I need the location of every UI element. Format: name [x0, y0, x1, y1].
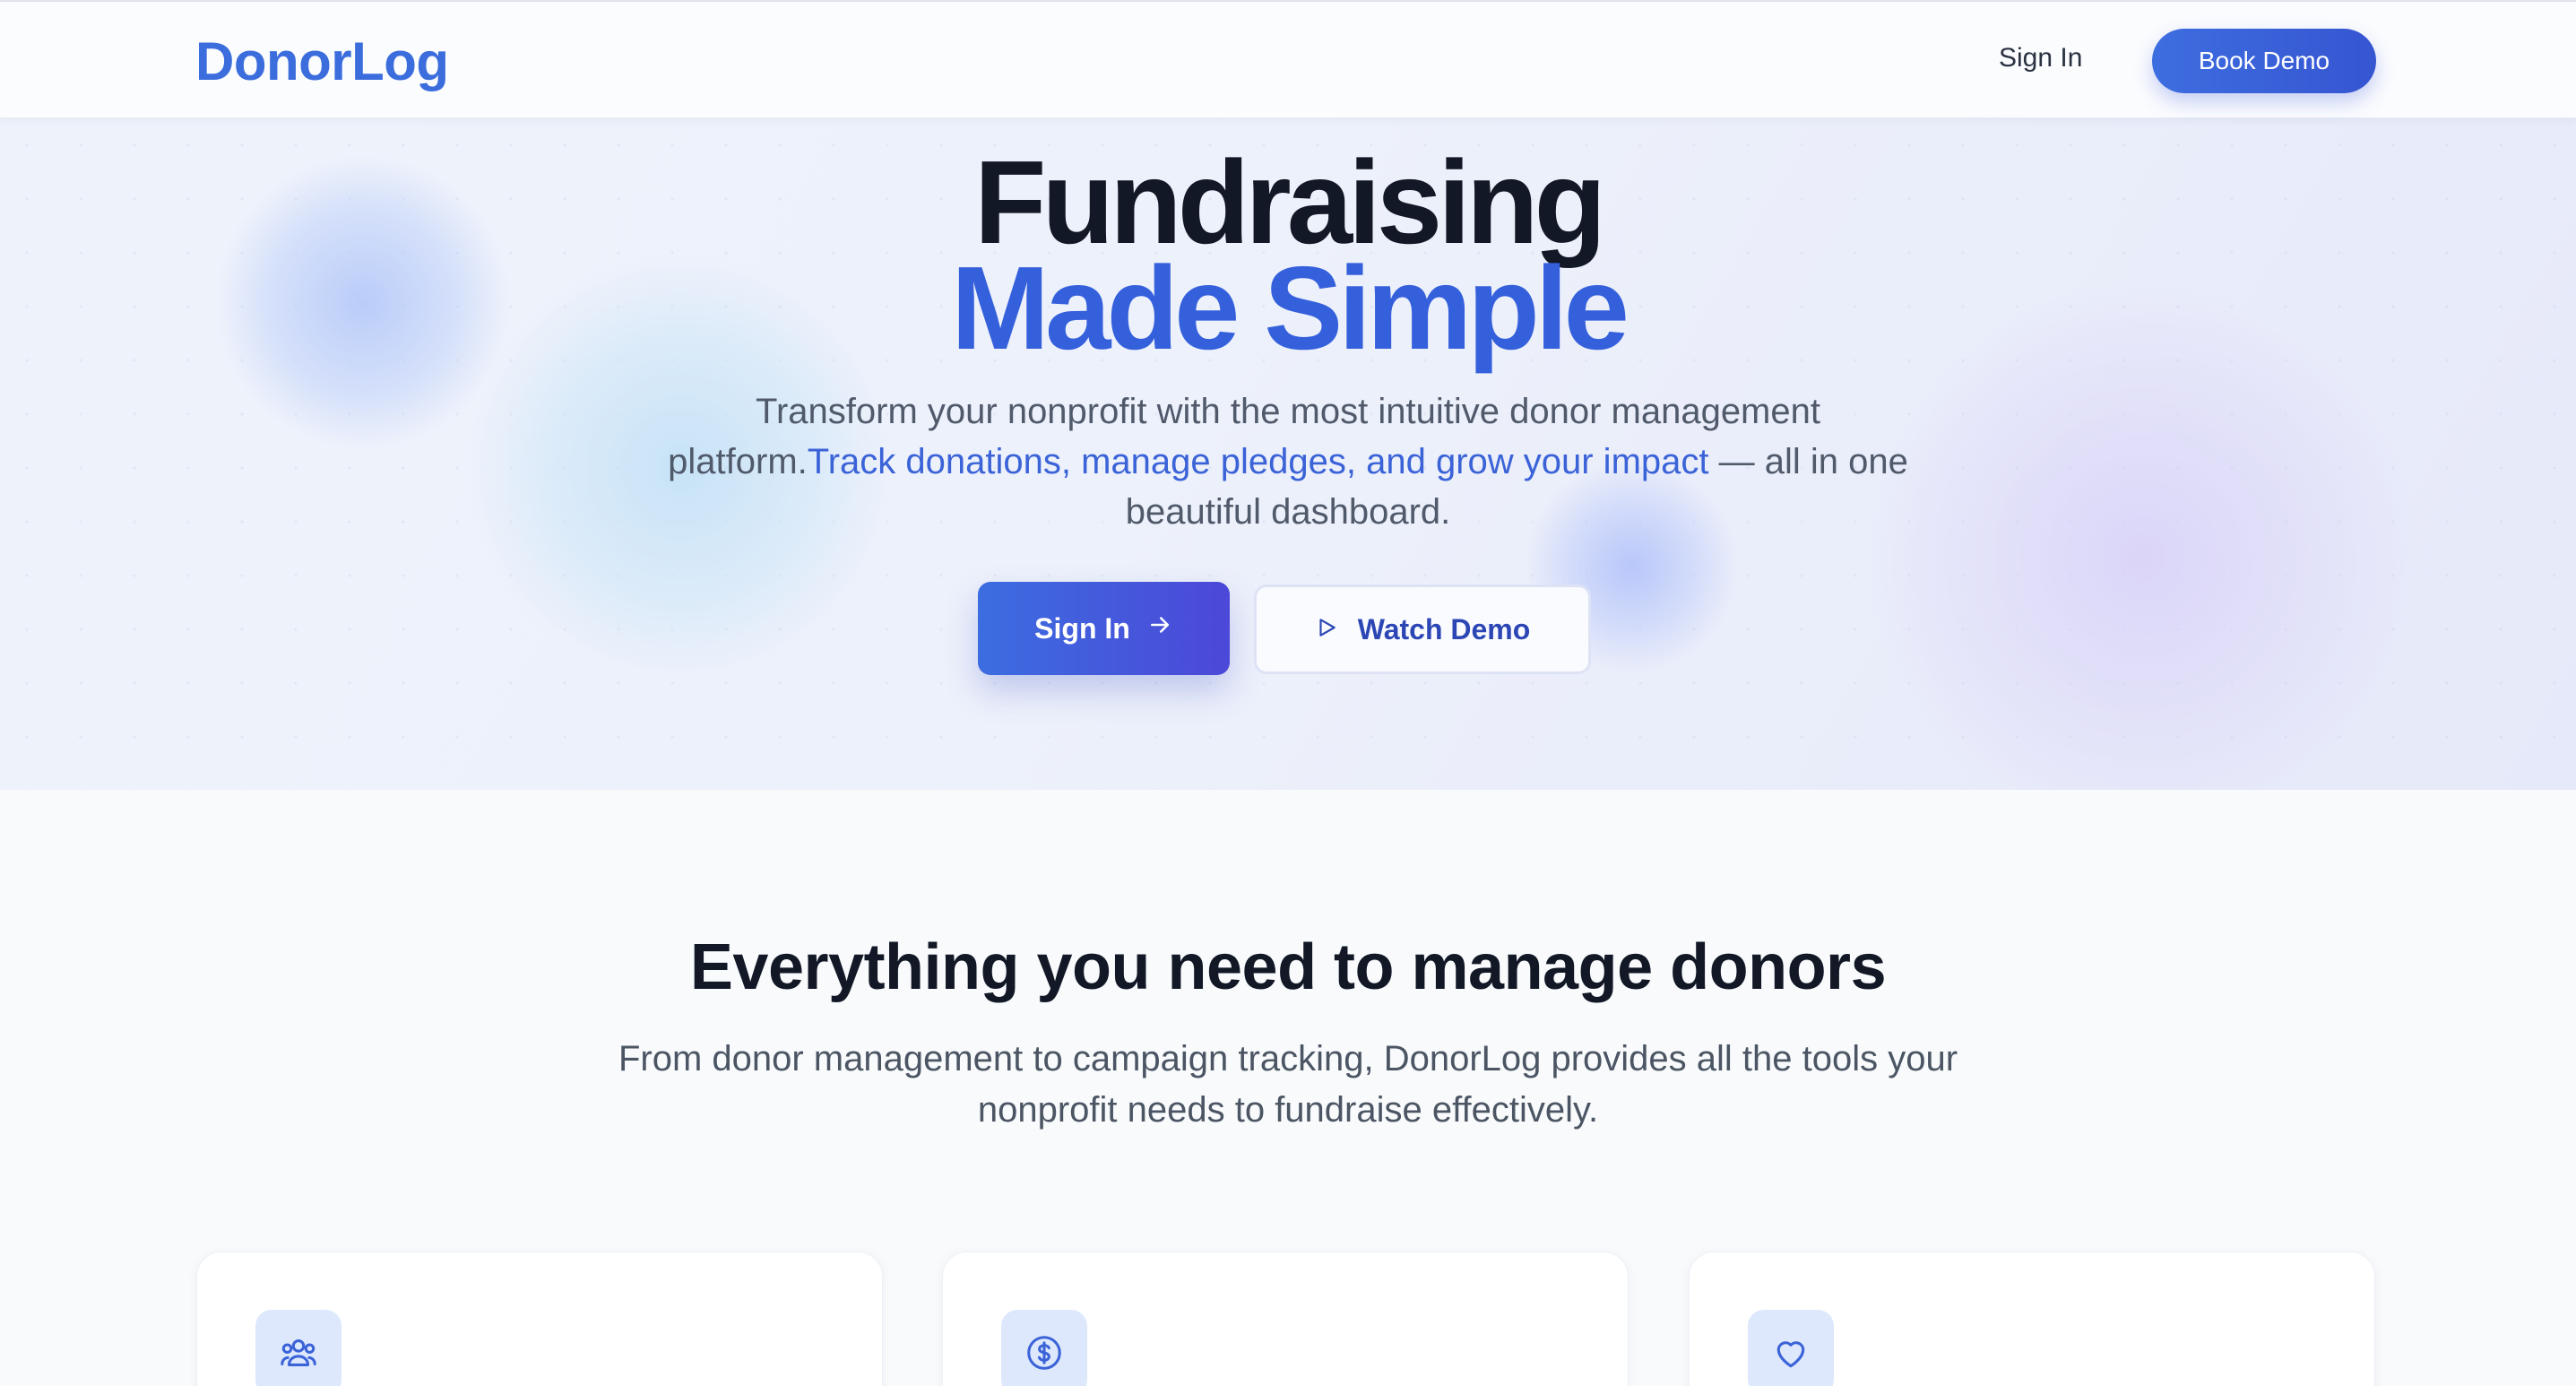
hero-subtitle-highlight: Track donations, manage pledges, and gro…	[807, 442, 1709, 481]
page: DonorLog Sign In Book Demo Fundraising M…	[0, 0, 2576, 1386]
book-demo-label: Book Demo	[2198, 47, 2330, 74]
top-navbar: DonorLog Sign In Book Demo	[0, 0, 2576, 118]
hero-title-line-2: Made Simple	[951, 242, 1629, 374]
book-demo-button[interactable]: Book Demo	[2152, 29, 2376, 93]
features-title: Everything you need to manage donors	[689, 931, 1887, 1003]
nav-sign-in-link[interactable]: Sign In	[1999, 43, 2082, 74]
watch-demo-button[interactable]: Watch Demo	[1254, 585, 1591, 674]
users-icon	[255, 1310, 341, 1386]
watch-demo-label: Watch Demo	[1357, 612, 1531, 645]
feature-card	[942, 1252, 1629, 1386]
hero-sign-in-label: Sign In	[1034, 611, 1130, 645]
hero-section: Fundraising Made Simple Transform your n…	[0, 118, 2576, 790]
hero-subtitle: Transform your nonprofit with the most i…	[661, 386, 1915, 537]
arrow-right-icon	[1146, 611, 1173, 645]
features-subtitle: From donor management to campaign tracki…	[618, 1039, 1958, 1130]
play-icon	[1315, 613, 1338, 646]
hero-sign-in-button[interactable]: Sign In	[978, 582, 1230, 675]
heart-icon	[1748, 1310, 1834, 1386]
feature-card	[1689, 1252, 2375, 1386]
feature-card	[196, 1252, 883, 1386]
dollar-circle-icon	[1001, 1310, 1087, 1386]
logo[interactable]: DonorLog	[195, 30, 449, 92]
